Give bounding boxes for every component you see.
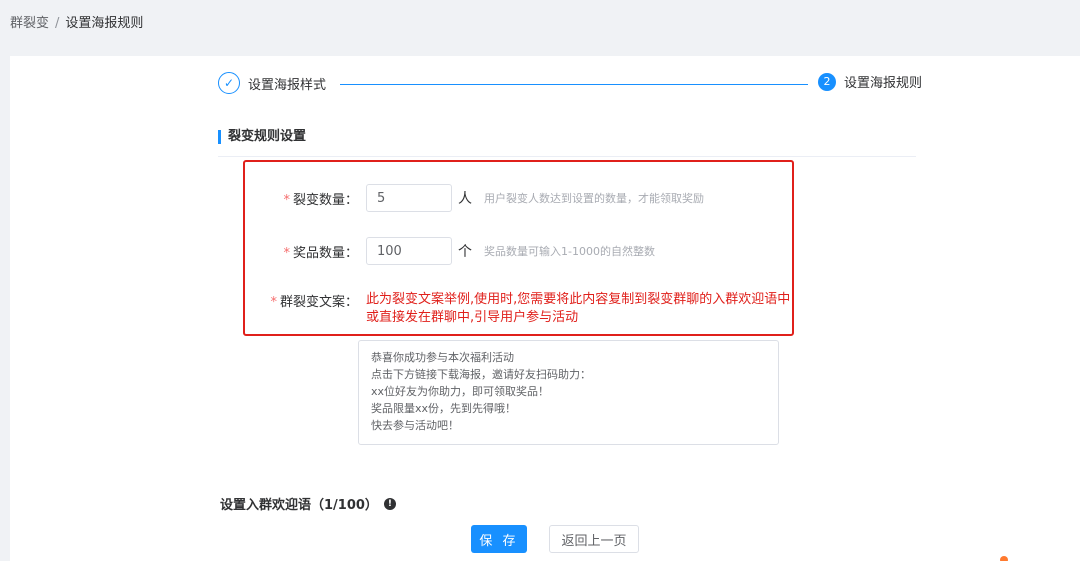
fission-count-row: * 裂变数量： 5 人 用户裂变人数达到设置的数量，才能领取奖励 bbox=[248, 184, 704, 212]
copy-label: * 群裂变文案： bbox=[270, 295, 358, 310]
back-button[interactable]: 返回上一页 bbox=[549, 525, 639, 553]
breadcrumb: 群裂变 / 设置海报规则 bbox=[10, 12, 143, 31]
info-icon[interactable]: ! bbox=[383, 497, 396, 510]
floating-badge bbox=[1000, 556, 1008, 561]
fission-count-input[interactable]: 5 bbox=[366, 184, 452, 212]
prize-count-input[interactable]: 100 bbox=[366, 237, 452, 265]
copy-line: 恭喜你成功参与本次福利活动 bbox=[371, 351, 514, 364]
prize-count-unit: 个 bbox=[458, 244, 472, 260]
copy-line: xx位好友为你助力，即可领取奖品！ bbox=[371, 385, 550, 398]
main-card: ✓ 设置海报样式 2 设置海报规则 裂变规则设置 * 裂变数量： 5 人 用户裂变… bbox=[10, 56, 1080, 561]
copy-textarea[interactable]: 恭喜你成功参与本次福利活动 点击下方链接下载海报，邀请好友扫码助力： xx位好友… bbox=[358, 340, 779, 445]
breadcrumb-current: 设置海报规则 bbox=[65, 16, 144, 31]
step-2: 2 设置海报规则 bbox=[818, 72, 922, 91]
prize-count-row: * 奖品数量： 100 个 奖品数量可输入1-1000的自然整数 bbox=[248, 237, 655, 265]
check-icon: ✓ bbox=[218, 72, 240, 94]
fission-count-label: * 裂变数量： bbox=[283, 192, 358, 208]
welcome-message-text: 设置入群欢迎语（1/100） bbox=[220, 498, 378, 513]
copy-line: 快去参与活动吧！ bbox=[371, 419, 459, 432]
fission-count-unit: 人 bbox=[458, 191, 472, 207]
welcome-message-label: 设置入群欢迎语（1/100） ! bbox=[220, 494, 396, 513]
prize-count-label: * 奖品数量： bbox=[283, 245, 358, 261]
breadcrumb-separator: / bbox=[55, 16, 60, 31]
step-1-label: 设置海报样式 bbox=[248, 77, 327, 93]
step-2-label: 设置海报规则 bbox=[844, 76, 923, 91]
step-1: ✓ 设置海报样式 bbox=[218, 72, 326, 94]
copy-line: 点击下方链接下载海报，邀请好友扫码助力： bbox=[371, 368, 591, 381]
copy-line: 奖品限量xx份，先到先得哦！ bbox=[371, 402, 517, 415]
steps-bar: ✓ 设置海报样式 2 设置海报规则 bbox=[218, 70, 928, 98]
section-divider bbox=[218, 156, 916, 157]
copy-description: 此为裂变文案举例,使用时,您需要将此内容复制到裂变群聊的入群欢迎语中或直接发在群… bbox=[366, 292, 791, 325]
step-2-number: 2 bbox=[818, 72, 836, 91]
breadcrumb-root[interactable]: 群裂变 bbox=[10, 16, 49, 31]
fission-count-hint: 用户裂变人数达到设置的数量，才能领取奖励 bbox=[484, 192, 704, 205]
section-title: 裂变规则设置 bbox=[218, 130, 306, 144]
prize-count-hint: 奖品数量可输入1-1000的自然整数 bbox=[484, 245, 655, 258]
save-button[interactable]: 保 存 bbox=[471, 525, 527, 553]
step-connector-line bbox=[340, 84, 808, 85]
